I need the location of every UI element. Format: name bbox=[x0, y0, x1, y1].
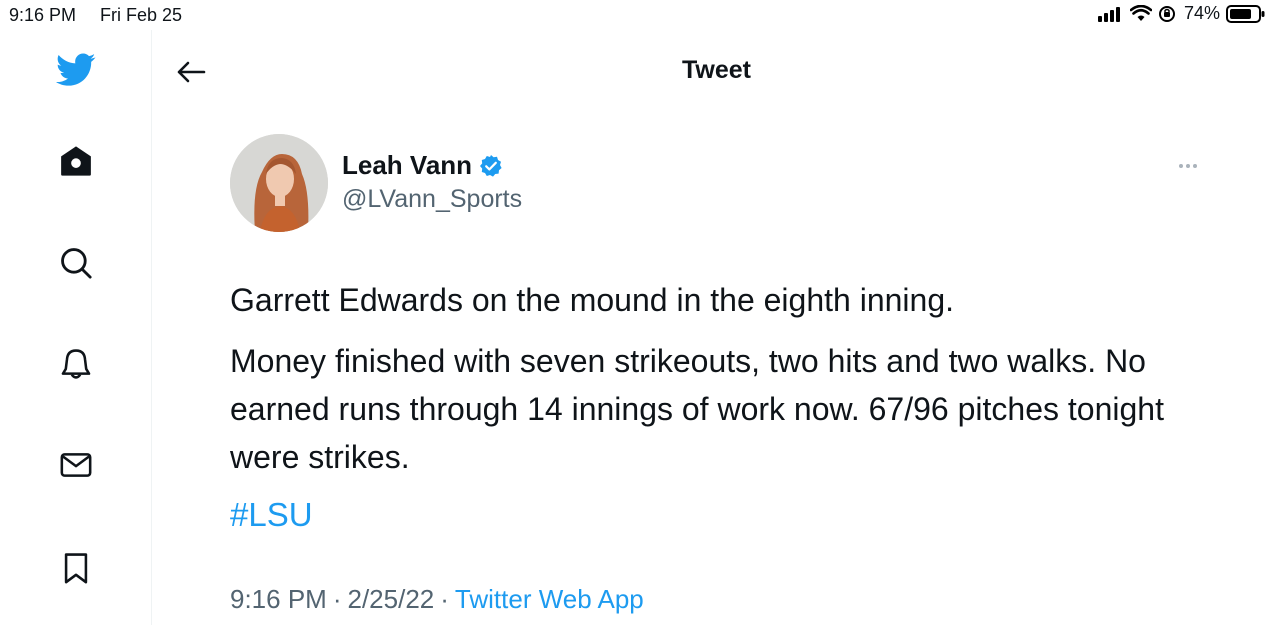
author-handle[interactable]: @LVann_Sports bbox=[342, 185, 522, 214]
author-row: Leah Vann bbox=[342, 150, 503, 181]
cellular-signal-icon bbox=[1097, 6, 1120, 22]
verified-badge-icon bbox=[480, 154, 502, 177]
home-icon[interactable] bbox=[56, 141, 96, 181]
bell-icon[interactable] bbox=[56, 344, 96, 384]
avatar[interactable] bbox=[230, 134, 328, 232]
rotation-lock-icon bbox=[1158, 5, 1175, 22]
page-title: Tweet bbox=[682, 56, 751, 84]
status-indicators: 74% bbox=[1097, 3, 1266, 24]
tweet-detail: Tweet Leah Vann @LVann_Sports Garrett Ed… bbox=[153, 30, 1280, 625]
tweet-source-link[interactable]: Twitter Web App bbox=[455, 584, 644, 614]
battery-icon bbox=[1226, 4, 1265, 23]
status-time: 9:16 PM bbox=[9, 5, 77, 25]
hashtag-link[interactable]: #LSU bbox=[230, 496, 313, 534]
sidebar-nav bbox=[0, 30, 152, 625]
wifi-icon bbox=[1129, 5, 1152, 21]
mail-icon[interactable] bbox=[56, 445, 96, 485]
status-date: Fri Feb 25 bbox=[100, 5, 183, 25]
meta-separator: · bbox=[440, 584, 449, 614]
search-icon[interactable] bbox=[56, 243, 96, 283]
more-options-icon[interactable] bbox=[1173, 154, 1203, 178]
tweet-date[interactable]: 2/25/22 bbox=[348, 584, 435, 614]
tweet-paragraph: Money finished with seven strikeouts, tw… bbox=[230, 343, 1164, 475]
author-name[interactable]: Leah Vann bbox=[342, 150, 472, 181]
tweet-paragraph: Garrett Edwards on the mound in the eigh… bbox=[230, 282, 954, 318]
tweet-time[interactable]: 9:16 PM bbox=[230, 584, 327, 614]
tweet-metadata: 9:16 PM · 2/25/22 · Twitter Web App bbox=[230, 584, 644, 615]
twitter-logo-icon[interactable] bbox=[56, 50, 96, 90]
meta-separator: · bbox=[332, 584, 342, 614]
battery-percentage: 74% bbox=[1183, 3, 1220, 23]
bookmark-icon[interactable] bbox=[56, 548, 96, 588]
status-bar: 9:16 PM Fri Feb 25 74% bbox=[0, 0, 1280, 30]
tweet-body: Garrett Edwards on the mound in the eigh… bbox=[230, 276, 1190, 494]
